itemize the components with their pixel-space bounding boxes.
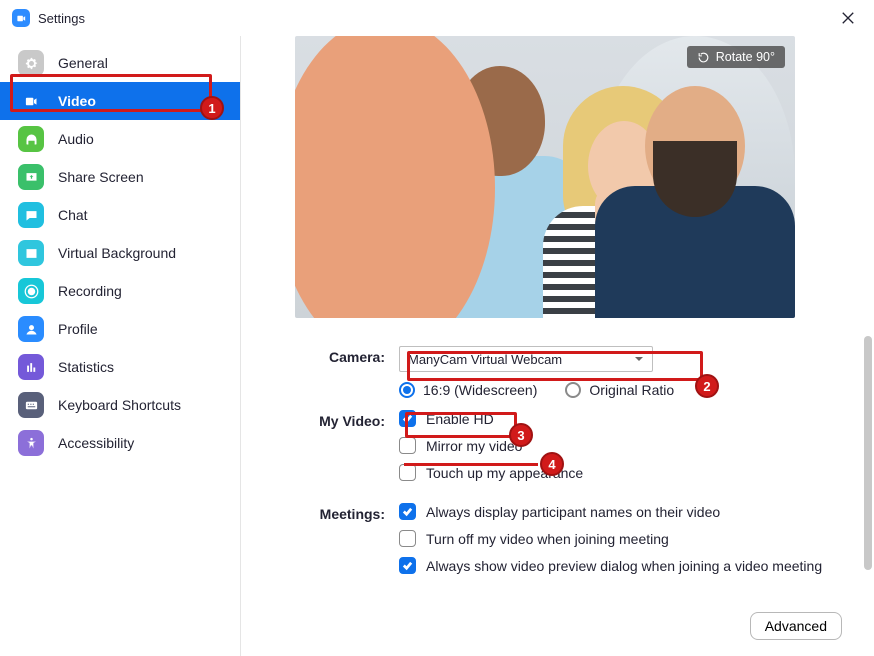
checkbox-label: Enable HD [426,411,494,427]
sidebar-item-audio[interactable]: Audio [0,120,240,158]
sidebar-item-virtual-background[interactable]: Virtual Background [0,234,240,272]
sidebar-item-label: Share Screen [58,169,144,185]
content-fade [501,582,846,610]
keyboard-icon [18,392,44,418]
checkbox-label: Turn off my video when joining meeting [426,531,669,547]
statistics-icon [18,354,44,380]
radio-icon [399,382,415,398]
sidebar-item-label: Statistics [58,359,114,375]
advanced-button[interactable]: Advanced [750,612,842,640]
checkbox-icon [399,437,416,454]
my-video-label: My Video: [295,410,399,429]
checkbox-label: Always show video preview dialog when jo… [426,558,822,574]
gear-icon [18,50,44,76]
sidebar-item-label: Profile [58,321,98,337]
sidebar-item-profile[interactable]: Profile [0,310,240,348]
sidebar-item-general[interactable]: General [0,44,240,82]
sidebar-item-share-screen[interactable]: Share Screen [0,158,240,196]
checkbox-label: Always display participant names on thei… [426,504,720,520]
checkbox-label: Mirror my video [426,438,522,454]
accessibility-icon [18,430,44,456]
touch-up-appearance-checkbox[interactable]: Touch up my appearance [399,464,846,481]
sidebar-item-label: Video [58,93,96,109]
scrollbar-thumb[interactable] [864,336,872,570]
sidebar-item-statistics[interactable]: Statistics [0,348,240,386]
camera-label: Camera: [295,346,399,365]
sidebar-item-label: Chat [58,207,88,223]
titlebar: Settings [0,0,874,36]
chevron-down-icon [634,354,644,364]
aspect-ratio-original[interactable]: Original Ratio [565,382,674,398]
checkbox-icon [399,503,416,520]
radio-icon [565,382,581,398]
sidebar-item-label: Keyboard Shortcuts [58,397,181,413]
aspect-ratio-16-9[interactable]: 16:9 (Widescreen) [399,382,537,398]
virtual-background-icon [18,240,44,266]
window-title: Settings [38,11,85,26]
rotate-label: Rotate 90° [716,50,775,64]
checkbox-icon [399,410,416,427]
record-icon [18,278,44,304]
display-participant-names-checkbox[interactable]: Always display participant names on thei… [399,503,846,520]
turn-off-video-on-join-checkbox[interactable]: Turn off my video when joining meeting [399,530,846,547]
radio-label: 16:9 (Widescreen) [423,382,537,398]
meetings-label: Meetings: [295,503,399,522]
share-screen-icon [18,164,44,190]
chat-icon [18,202,44,228]
radio-label: Original Ratio [589,382,674,398]
checkbox-icon [399,464,416,481]
camera-selected-value: ManyCam Virtual Webcam [408,352,562,367]
checkbox-icon [399,557,416,574]
sidebar-item-recording[interactable]: Recording [0,272,240,310]
sidebar-item-keyboard-shortcuts[interactable]: Keyboard Shortcuts [0,386,240,424]
mirror-video-checkbox[interactable]: Mirror my video [399,437,846,454]
camera-select[interactable]: ManyCam Virtual Webcam [399,346,653,372]
checkbox-icon [399,530,416,547]
sidebar-item-label: General [58,55,108,71]
sidebar: General Video Audio Share Screen Chat [0,36,241,656]
sidebar-item-chat[interactable]: Chat [0,196,240,234]
content-pane: Rotate 90° Camera: ManyCam Virtual Webca… [241,36,874,656]
sidebar-item-label: Audio [58,131,94,147]
rotate-90-button[interactable]: Rotate 90° [687,46,785,68]
checkbox-label: Touch up my appearance [426,465,583,481]
headphones-icon [18,126,44,152]
sidebar-item-label: Accessibility [58,435,134,451]
sidebar-item-label: Recording [58,283,122,299]
sidebar-item-video[interactable]: Video [0,82,240,120]
close-button[interactable] [834,4,862,32]
show-video-preview-dialog-checkbox[interactable]: Always show video preview dialog when jo… [399,557,846,574]
sidebar-item-label: Virtual Background [58,245,176,261]
video-preview: Rotate 90° [295,36,795,318]
enable-hd-checkbox[interactable]: Enable HD [399,410,846,427]
app-icon [12,9,30,27]
video-icon [18,88,44,114]
profile-icon [18,316,44,342]
sidebar-item-accessibility[interactable]: Accessibility [0,424,240,462]
preview-illustration [295,36,795,318]
